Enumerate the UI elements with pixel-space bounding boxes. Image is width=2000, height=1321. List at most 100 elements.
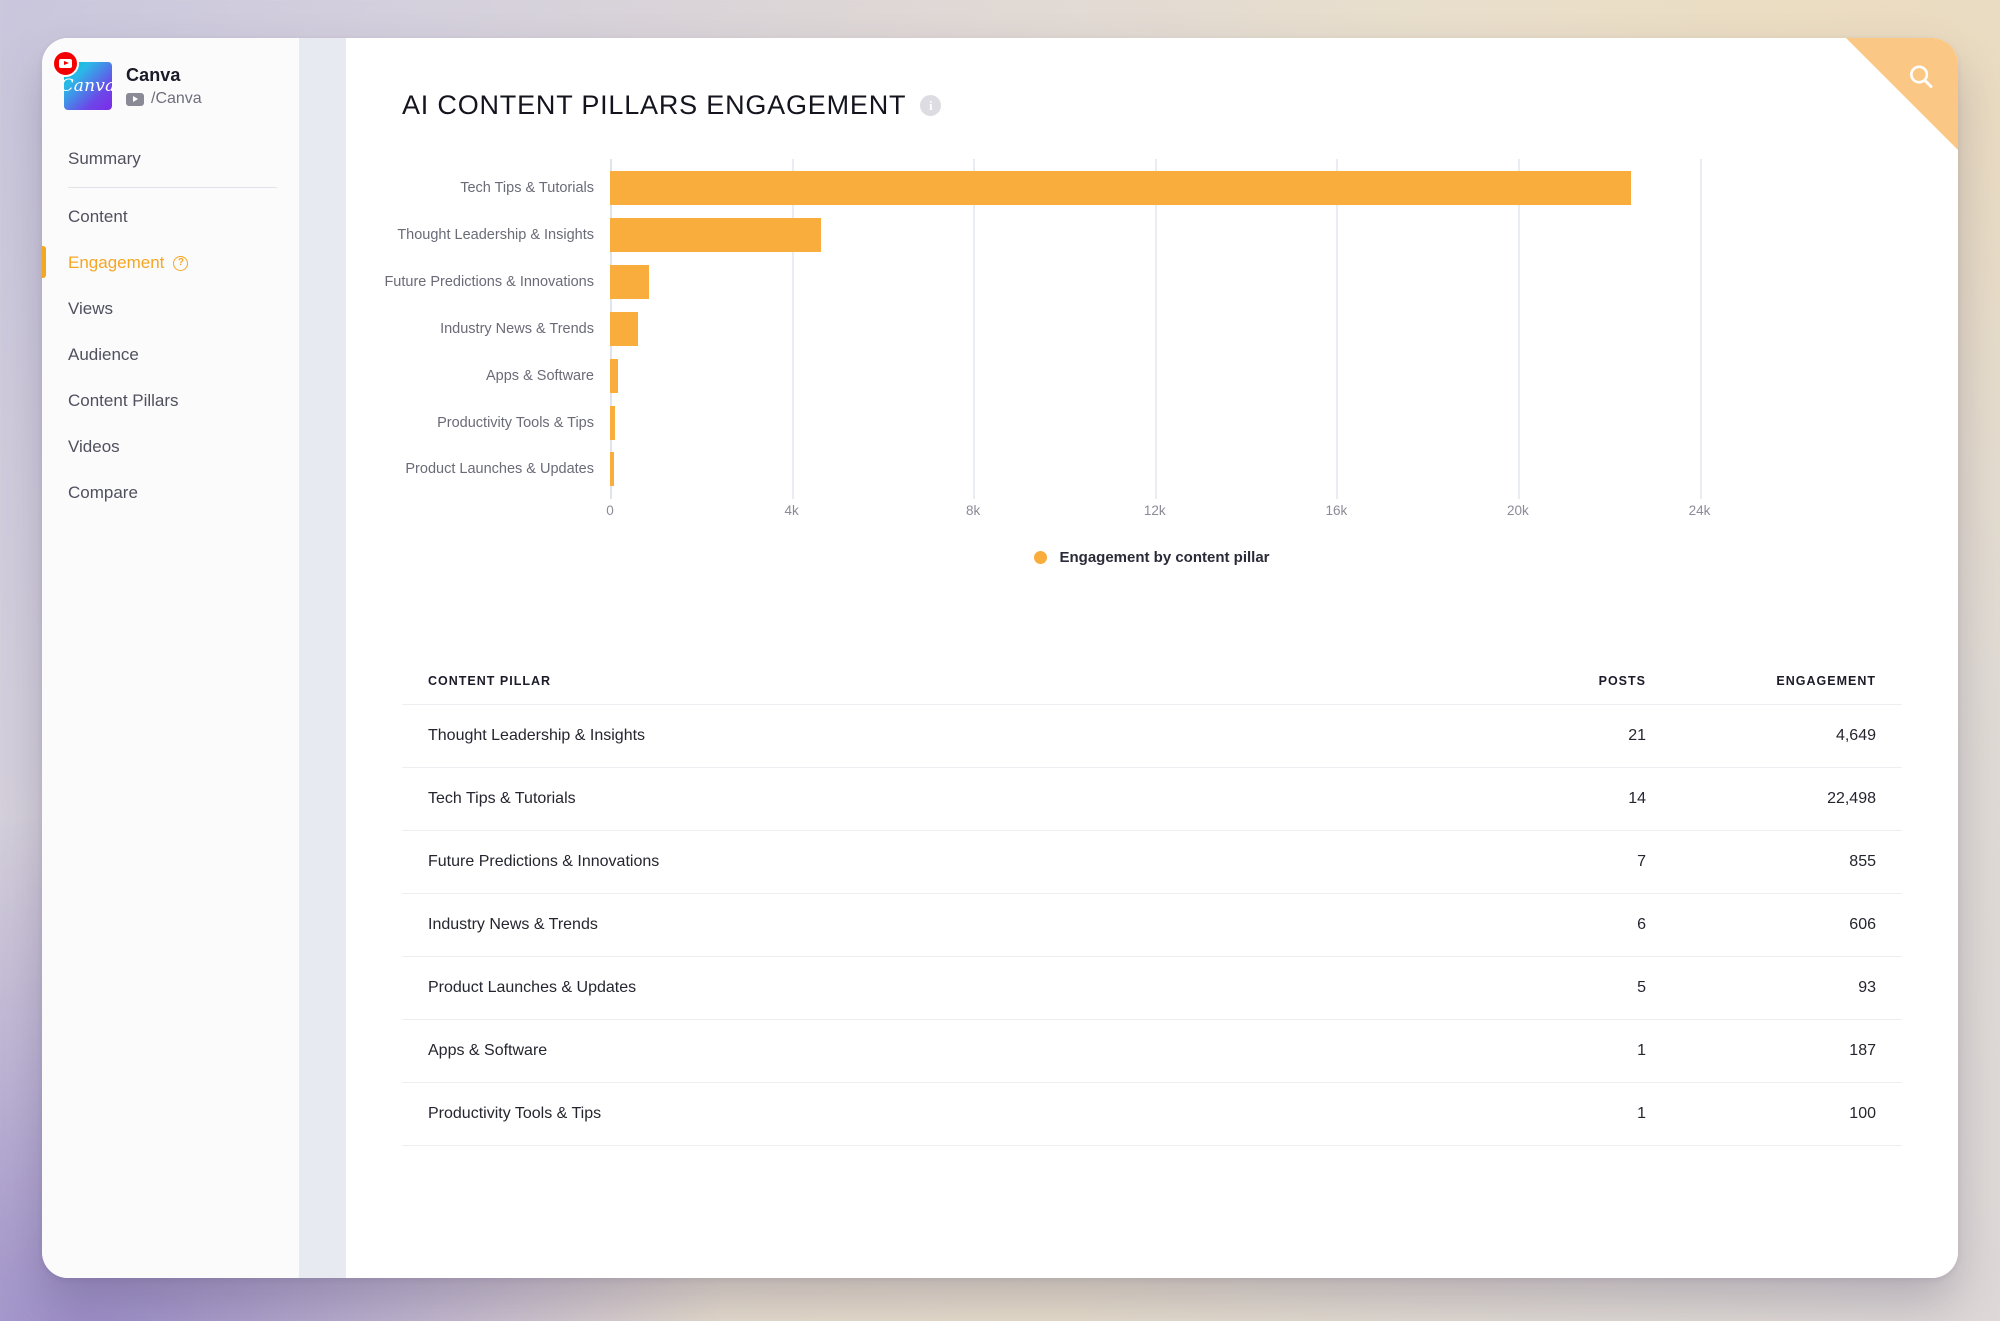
search-button[interactable] — [1846, 38, 1958, 150]
cell-posts: 14 — [1462, 767, 1672, 831]
cell-engagement: 187 — [1672, 1019, 1902, 1083]
cell-content-pillar: Tech Tips & Tutorials — [402, 767, 1462, 831]
table-row[interactable]: Tech Tips & Tutorials 14 22,498 — [402, 767, 1902, 831]
cell-content-pillar: Apps & Software — [402, 1019, 1462, 1083]
bar-row[interactable]: Industry News & Trends — [440, 311, 1754, 346]
sidebar-item-engagement[interactable]: Engagement ? — [42, 240, 299, 286]
channel-name: Canva — [126, 65, 181, 85]
bar[interactable] — [610, 405, 615, 440]
x-axis-tick-label: 4k — [784, 503, 799, 518]
bar-row[interactable]: Productivity Tools & Tips — [437, 405, 1754, 440]
bar[interactable] — [610, 171, 1632, 206]
cell-engagement: 4,649 — [1672, 704, 1902, 768]
sidebar-divider — [68, 187, 277, 188]
chart-bars: Tech Tips & Tutorials Thought Leadership … — [384, 159, 1754, 499]
main-panel: AI CONTENT PILLARS ENGAGEMENT i Tech Tip… — [346, 38, 1958, 1278]
bar[interactable] — [610, 218, 822, 253]
bar-row[interactable]: Thought Leadership & Insights — [397, 218, 1754, 253]
bar-category-label: Future Predictions & Innovations — [384, 274, 594, 291]
sidebar-item-compare[interactable]: Compare — [42, 470, 299, 516]
x-axis-tick-label: 0 — [606, 503, 614, 518]
content-pillar-table: CONTENT PILLAR POSTS ENGAGEMENT Thought … — [346, 566, 1958, 1146]
sidebar-item-audience[interactable]: Audience — [42, 332, 299, 378]
panel-divider — [299, 38, 346, 1278]
cell-engagement: 100 — [1672, 1082, 1902, 1146]
x-axis-tick-label: 8k — [966, 503, 981, 518]
cell-content-pillar: Industry News & Trends — [402, 893, 1462, 957]
bar-row[interactable]: Product Launches & Updates — [405, 452, 1754, 487]
sidebar-nav: Summary Content Engagement ? Views Audie… — [42, 136, 299, 516]
channel-handle-row: /Canva — [126, 90, 202, 108]
help-icon[interactable]: ? — [173, 255, 189, 271]
engagement-bar-chart: Tech Tips & Tutorials Thought Leadership … — [384, 159, 1902, 519]
table-row[interactable]: Apps & Software 1 187 — [402, 1019, 1902, 1083]
table-row[interactable]: Product Launches & Updates 5 93 — [402, 956, 1902, 1020]
cell-engagement: 22,498 — [1672, 767, 1902, 831]
channel-header: Canva Canva /Canva — [42, 38, 299, 110]
bar[interactable] — [610, 358, 619, 393]
sidebar-item-label: Content Pillars — [68, 391, 179, 410]
cell-engagement: 93 — [1672, 956, 1902, 1020]
x-axis-tick-label: 20k — [1507, 503, 1529, 518]
cell-engagement: 606 — [1672, 893, 1902, 957]
x-axis-tick-label: 16k — [1325, 503, 1348, 518]
sidebar: Canva Canva /Canva Summary Content Engag… — [42, 38, 299, 1278]
sidebar-item-label: Content — [68, 207, 128, 226]
cell-posts: 1 — [1462, 1082, 1672, 1146]
cell-posts: 21 — [1462, 704, 1672, 768]
col-header-posts[interactable]: POSTS — [1462, 674, 1672, 705]
sidebar-item-content-pillars[interactable]: Content Pillars — [42, 378, 299, 424]
page-title: AI CONTENT PILLARS ENGAGEMENT — [402, 90, 907, 120]
table-body: Thought Leadership & Insights 21 4,649 Tech… — [402, 704, 1902, 1146]
sidebar-item-label: Videos — [68, 437, 120, 456]
bar-row[interactable]: Tech Tips & Tutorials — [460, 171, 1754, 206]
sidebar-item-videos[interactable]: Videos — [42, 424, 299, 470]
sidebar-item-label: Views — [68, 299, 114, 318]
channel-handle: /Canva — [151, 90, 202, 107]
chart-header: AI CONTENT PILLARS ENGAGEMENT i — [402, 90, 1902, 121]
youtube-play-glyph — [59, 59, 72, 68]
cell-posts: 1 — [1462, 1019, 1672, 1083]
info-icon[interactable]: i — [920, 95, 942, 116]
bar[interactable] — [610, 452, 615, 487]
search-icon — [1910, 65, 1933, 88]
col-header-engagement[interactable]: ENGAGEMENT — [1672, 674, 1902, 705]
x-axis-tick-label: 24k — [1688, 503, 1711, 518]
channel-avatar: Canva — [52, 50, 115, 110]
cell-content-pillar: Future Predictions & Innovations — [402, 830, 1462, 894]
bar-category-label: Product Launches & Updates — [405, 461, 594, 478]
bar[interactable] — [610, 265, 649, 300]
table-row[interactable]: Thought Leadership & Insights 21 4,649 — [402, 704, 1902, 768]
chart-x-axis: 0 4k 8k 12k 16k 20k 24k — [606, 503, 1754, 533]
cell-content-pillar: Productivity Tools & Tips — [402, 1082, 1462, 1146]
x-axis-tick-label: 12k — [1143, 503, 1166, 518]
pillar-table: CONTENT PILLAR POSTS ENGAGEMENT Thought … — [402, 674, 1902, 1146]
bar-category-label: Tech Tips & Tutorials — [460, 180, 594, 197]
bar-row[interactable]: Apps & Software — [486, 358, 1754, 393]
bar-category-label: Apps & Software — [486, 367, 594, 384]
ribbon-wedge — [1846, 38, 1958, 150]
legend-label: Engagement by content pillar — [1059, 549, 1270, 566]
table-row[interactable]: Future Predictions & Innovations 7 855 — [402, 830, 1902, 894]
bar-category-label: Industry News & Trends — [440, 320, 594, 337]
youtube-icon — [126, 92, 144, 106]
youtube-badge-icon — [52, 50, 79, 77]
bar[interactable] — [610, 311, 638, 346]
sidebar-item-summary[interactable]: Summary — [42, 136, 299, 187]
bar-category-label: Thought Leadership & Insights — [397, 227, 594, 244]
chart-legend: Engagement by content pillar — [402, 549, 1902, 566]
sidebar-item-label: Audience — [68, 345, 139, 364]
app-window: Canva Canva /Canva Summary Content Engag… — [42, 38, 1958, 1278]
chart-card: AI CONTENT PILLARS ENGAGEMENT i Tech Tip… — [346, 38, 1958, 566]
table-row[interactable]: Industry News & Trends 6 606 — [402, 893, 1902, 957]
col-header-content-pillar[interactable]: CONTENT PILLAR — [402, 674, 1462, 705]
bar-category-label: Productivity Tools & Tips — [437, 414, 594, 431]
bar-row[interactable]: Future Predictions & Innovations — [384, 265, 1754, 300]
sidebar-item-label: Compare — [68, 483, 138, 502]
sidebar-item-views[interactable]: Views — [42, 286, 299, 332]
table-row[interactable]: Productivity Tools & Tips 1 100 — [402, 1082, 1902, 1146]
cell-posts: 5 — [1462, 956, 1672, 1020]
table-header-row: CONTENT PILLAR POSTS ENGAGEMENT — [402, 674, 1902, 705]
sidebar-item-content[interactable]: Content — [42, 194, 299, 240]
cell-posts: 6 — [1462, 893, 1672, 957]
